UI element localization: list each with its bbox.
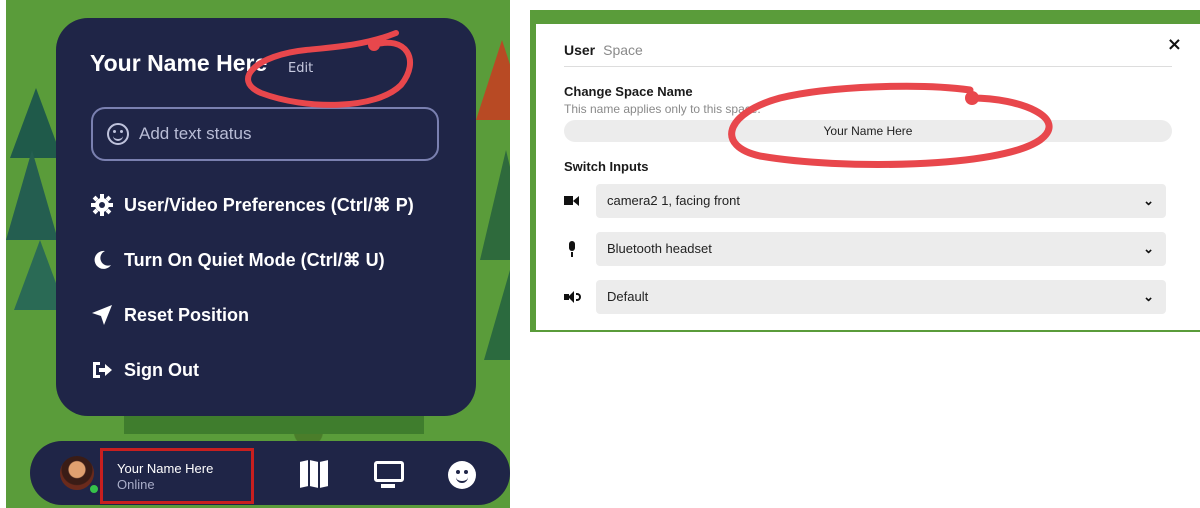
chevron-down-icon: ⌄	[1143, 241, 1154, 256]
edit-name-link[interactable]: Edit	[288, 61, 313, 76]
user-name-button[interactable]: Your Name Here Online	[100, 448, 254, 504]
video-camera-icon	[564, 193, 580, 209]
sign-out-icon	[90, 358, 114, 382]
right-screenshot: User Space × Change Space Name This name…	[530, 10, 1200, 332]
menu-user-name: Your Name Here	[90, 50, 268, 76]
bottom-toolbar: Your Name Here Online	[30, 441, 510, 505]
speaker-select[interactable]: Default ⌄	[596, 280, 1166, 314]
change-name-subtitle: This name applies only to this space.	[564, 102, 761, 116]
camera-row: camera2 1, facing front ⌄	[564, 184, 1172, 218]
menu-item-label: User/Video Preferences (Ctrl/⌘ P)	[124, 194, 414, 215]
user-menu: Your Name Here Edit Add text status User…	[56, 18, 476, 416]
menu-item-preferences[interactable]: User/Video Preferences (Ctrl/⌘ P)	[90, 193, 414, 217]
tree-decoration	[10, 88, 62, 158]
tree-decoration	[476, 40, 510, 120]
location-arrow-icon	[90, 303, 114, 327]
text-status-input[interactable]: Add text status	[91, 107, 439, 161]
dialog-tabs: User Space	[564, 42, 643, 58]
speaker-icon	[564, 289, 581, 305]
microphone-row: Bluetooth headset ⌄	[564, 232, 1172, 266]
bottom-user-name: Your Name Here	[117, 461, 214, 476]
switch-inputs-title: Switch Inputs	[564, 159, 649, 174]
gear-icon	[90, 193, 114, 217]
emoji-icon[interactable]	[448, 461, 476, 489]
settings-dialog: User Space × Change Space Name This name…	[536, 24, 1200, 330]
map-icon[interactable]	[300, 460, 328, 488]
microphone-value: Bluetooth headset	[607, 241, 712, 256]
moon-icon	[90, 248, 114, 272]
bottom-user-status: Online	[117, 477, 155, 492]
menu-item-label: Reset Position	[124, 304, 250, 325]
smiley-icon	[107, 123, 129, 145]
change-name-title: Change Space Name	[564, 84, 693, 99]
menu-item-label: Sign Out	[124, 359, 199, 380]
status-placeholder: Add text status	[139, 124, 252, 143]
divider	[564, 66, 1172, 67]
chevron-down-icon: ⌄	[1143, 289, 1154, 304]
close-icon[interactable]: ×	[1167, 34, 1182, 55]
tree-decoration	[480, 150, 510, 260]
tree-decoration	[6, 150, 58, 240]
camera-value: camera2 1, facing front	[607, 193, 740, 208]
tree-decoration	[484, 270, 510, 360]
menu-item-label: Turn On Quiet Mode (Ctrl/⌘ U)	[124, 249, 385, 270]
online-status-dot	[88, 483, 100, 495]
space-name-input[interactable]: Your Name Here	[564, 120, 1172, 142]
tab-user[interactable]: User	[564, 42, 595, 58]
camera-select[interactable]: camera2 1, facing front ⌄	[596, 184, 1166, 218]
speaker-value: Default	[607, 289, 649, 304]
menu-item-sign-out[interactable]: Sign Out	[90, 358, 199, 382]
left-screenshot: Your Name Here Edit Add text status User…	[6, 0, 510, 508]
tab-space[interactable]: Space	[603, 42, 643, 58]
microphone-select[interactable]: Bluetooth headset ⌄	[596, 232, 1166, 266]
speaker-row: Default ⌄	[564, 280, 1172, 314]
chevron-down-icon: ⌄	[1143, 193, 1154, 208]
menu-item-reset-position[interactable]: Reset Position	[90, 303, 249, 327]
microphone-icon	[564, 241, 580, 257]
menu-item-quiet-mode[interactable]: Turn On Quiet Mode (Ctrl/⌘ U)	[90, 248, 385, 272]
screen-share-icon[interactable]	[374, 461, 404, 488]
